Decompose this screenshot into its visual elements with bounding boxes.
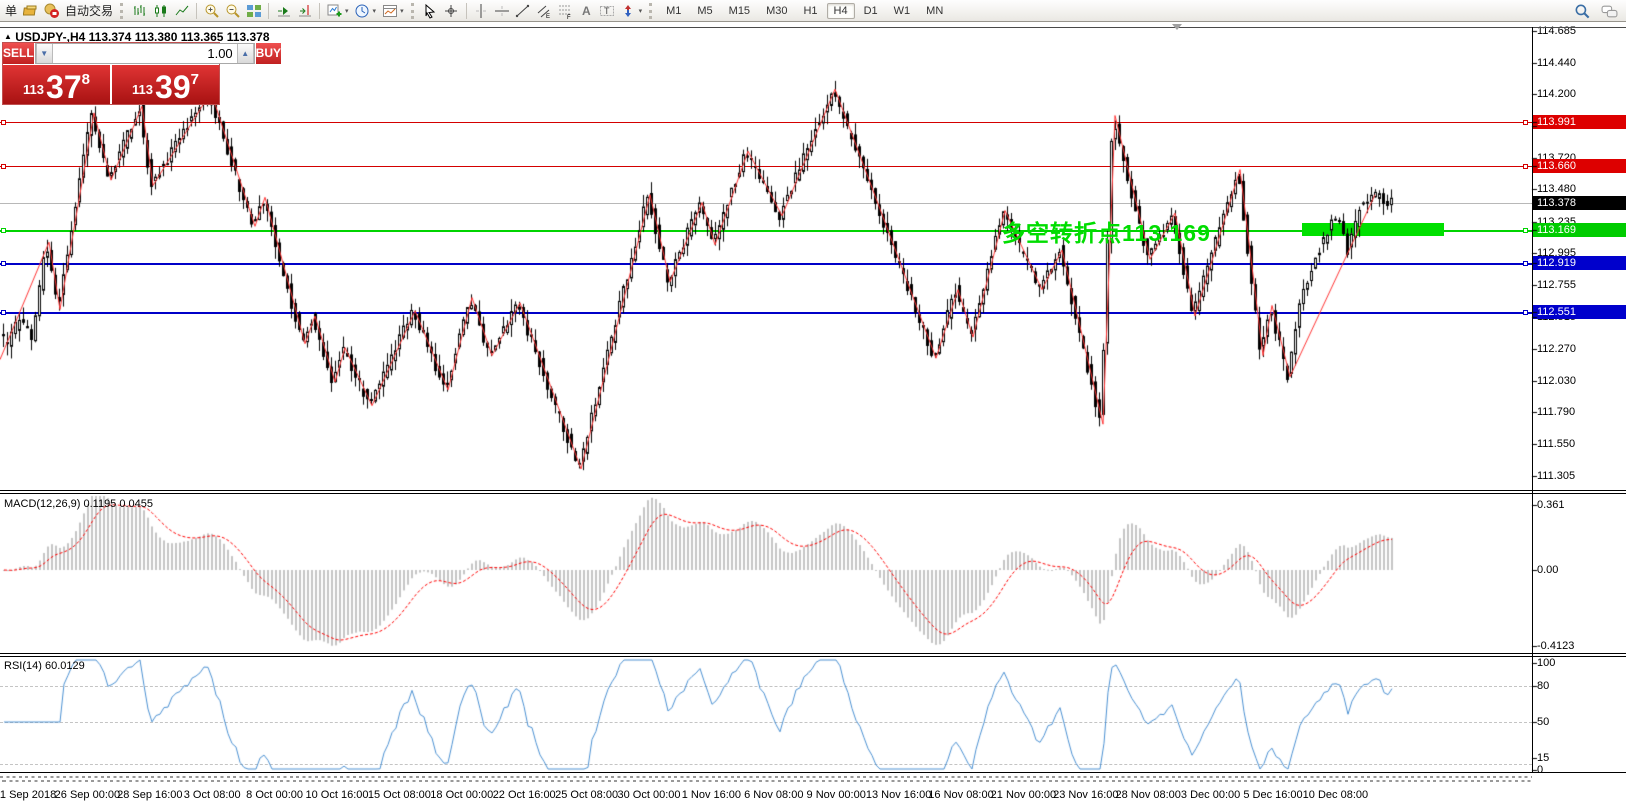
volume-stepper: ▼ ▲: [35, 43, 255, 64]
sell-button[interactable]: SELL: [3, 43, 34, 64]
toolbar-grip: [649, 3, 654, 19]
scroll-to-end-marker[interactable]: [1172, 24, 1182, 30]
text-icon[interactable]: A: [577, 1, 596, 20]
periods-clock-icon[interactable]: [353, 1, 372, 20]
buy-price-prefix: 113: [132, 82, 153, 97]
timeframe-m1[interactable]: M1: [659, 3, 688, 19]
auto-scroll-icon[interactable]: [274, 1, 293, 20]
bar-chart-icon[interactable]: [130, 1, 149, 20]
label-icon[interactable]: T: [598, 1, 617, 20]
rsi-label: RSI(14) 60.0129: [4, 660, 85, 672]
panel-separator[interactable]: [0, 490, 1626, 491]
toolbar-separator: [196, 3, 197, 19]
toolbar-grip: [411, 3, 416, 19]
fibonacci-icon[interactable]: F: [556, 1, 575, 20]
svg-text:E: E: [546, 14, 550, 19]
sell-price[interactable]: 113 37 8: [3, 65, 110, 104]
periods-dropdown-icon[interactable]: ▾: [373, 7, 377, 15]
candlestick-icon[interactable]: [151, 1, 170, 20]
order-menu-label[interactable]: 单: [5, 2, 17, 19]
timeframe-group: M1M5M15M30H1H4D1W1MN: [658, 3, 951, 19]
pivot-annotation[interactable]: 多空转折点113.169: [1002, 214, 1211, 248]
templates-icon[interactable]: [380, 1, 399, 20]
toolbar-separator: [466, 3, 467, 19]
timeframe-mn[interactable]: MN: [919, 3, 950, 19]
search-icon[interactable]: [1573, 2, 1592, 21]
timeframe-h1[interactable]: H1: [796, 3, 824, 19]
horizontal-line-icon[interactable]: [493, 1, 512, 20]
volume-decrease-button[interactable]: ▼: [36, 44, 53, 63]
arrows-dropdown-icon[interactable]: ▾: [639, 7, 643, 15]
toolbar-separator: [268, 3, 269, 19]
buy-price-pip: 7: [191, 71, 199, 88]
buy-price[interactable]: 113 39 7: [112, 65, 219, 104]
timeframe-w1[interactable]: W1: [887, 3, 918, 19]
sell-price-prefix: 113: [23, 82, 44, 97]
toolbar: 单 自动交易 ▾ ▾ ▾ E F A T ▾ M1M5M15M30H1H4D1W…: [0, 0, 1626, 22]
timeframe-m5[interactable]: M5: [690, 3, 719, 19]
one-click-trade-panel: SELL ▼ ▲ BUY 113 37 8 113 39 7: [2, 42, 220, 105]
chart-top-border: [0, 27, 1626, 28]
sell-price-pip: 8: [82, 71, 90, 88]
panel-separator[interactable]: [0, 656, 1626, 657]
macd-label: MACD(12,26,9) 0.1195 0.0455: [4, 498, 153, 510]
line-chart-icon[interactable]: [172, 1, 191, 20]
chart-canvas[interactable]: [0, 0, 1626, 808]
autotrade-label[interactable]: 自动交易: [65, 2, 113, 19]
volume-increase-button[interactable]: ▲: [237, 44, 254, 63]
arrows-icon[interactable]: [619, 1, 638, 20]
cursor-icon[interactable]: [421, 1, 440, 20]
chart-shift-icon[interactable]: [295, 1, 314, 20]
zoom-in-icon[interactable]: [202, 1, 221, 20]
indicators-dropdown-icon[interactable]: ▾: [345, 7, 349, 15]
timeframe-m30[interactable]: M30: [759, 3, 794, 19]
chart-bottom-border: [0, 772, 1626, 773]
timeframe-m15[interactable]: M15: [722, 3, 757, 19]
timeframe-h4[interactable]: H4: [827, 3, 855, 19]
volume-input[interactable]: [53, 44, 237, 63]
buy-button[interactable]: BUY: [256, 43, 281, 64]
autotrade-icon[interactable]: [42, 1, 61, 20]
vertical-line-icon[interactable]: [472, 1, 491, 20]
new-order-icon[interactable]: [21, 1, 40, 20]
indicators-add-icon[interactable]: [325, 1, 344, 20]
sell-price-big: 37: [46, 73, 82, 101]
buy-price-big: 39: [155, 73, 191, 101]
panel-separator[interactable]: [0, 493, 1626, 494]
zoom-out-icon[interactable]: [223, 1, 242, 20]
trendline-icon[interactable]: [514, 1, 533, 20]
title-arrow-icon: ▲: [4, 32, 12, 41]
panel-separator[interactable]: [0, 653, 1626, 654]
svg-text:F: F: [567, 15, 571, 19]
svg-text:T: T: [604, 6, 610, 16]
toolbar-separator: [319, 3, 320, 19]
svg-text:A: A: [582, 4, 591, 18]
equidistant-channel-icon[interactable]: E: [535, 1, 554, 20]
toolbar-right-group: [1572, 2, 1620, 21]
timeframe-d1[interactable]: D1: [857, 3, 885, 19]
tile-windows-icon[interactable]: [244, 1, 263, 20]
crosshair-icon[interactable]: [442, 1, 461, 20]
price-axis-border: [1532, 27, 1533, 772]
toolbar-grip: [120, 3, 125, 19]
chat-icon[interactable]: [1600, 2, 1619, 21]
templates-dropdown-icon[interactable]: ▾: [400, 7, 404, 15]
